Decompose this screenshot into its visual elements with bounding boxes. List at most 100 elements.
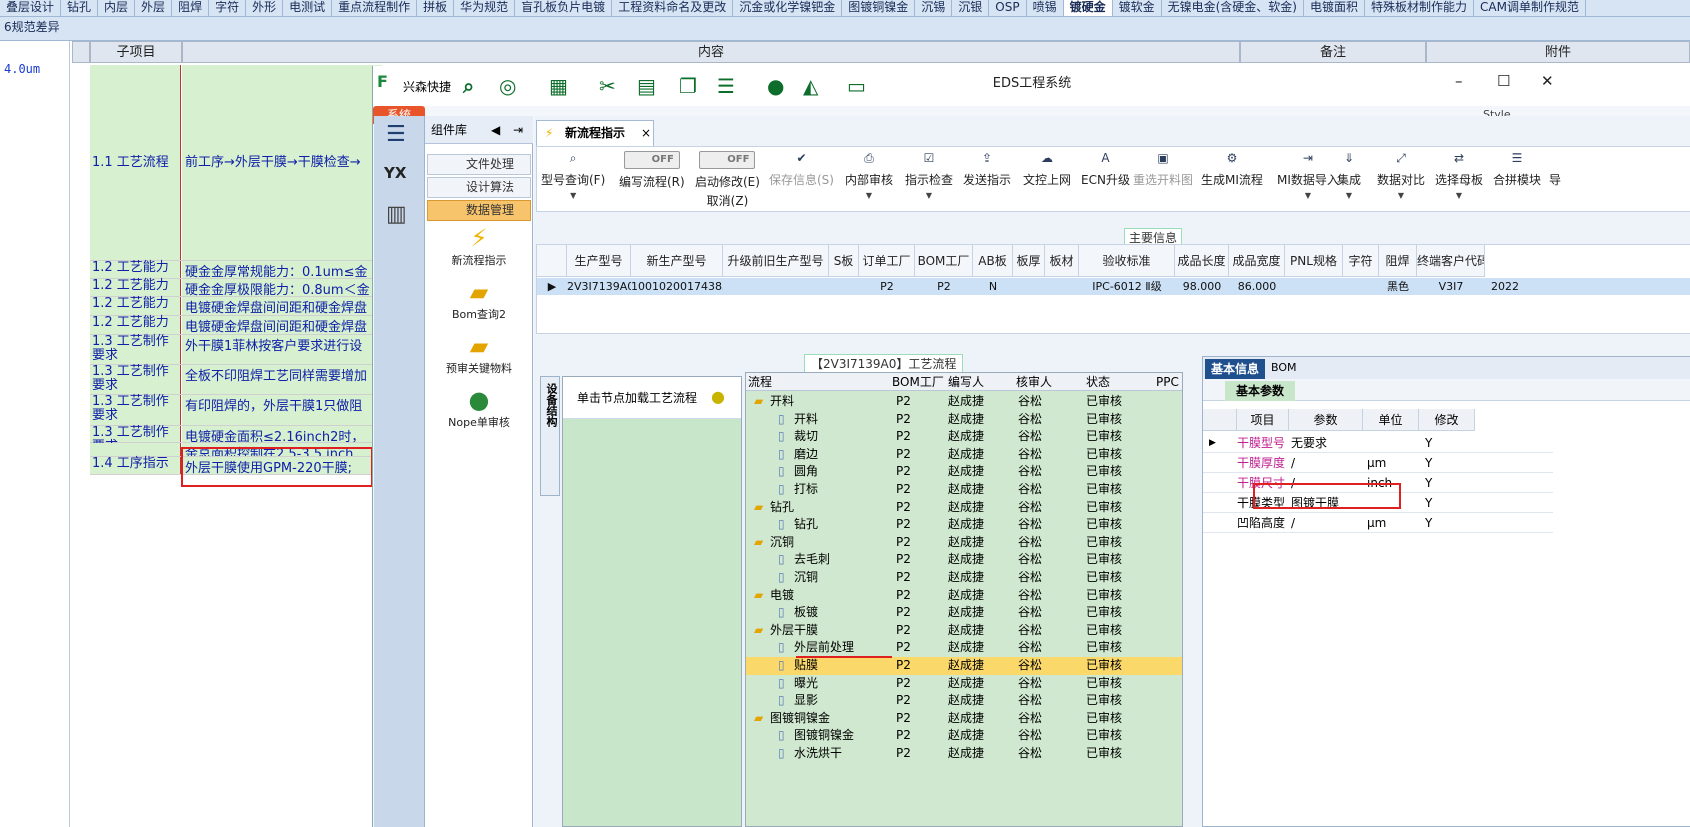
col-header-sub[interactable]: 子项目: [90, 41, 182, 63]
sheet-tab[interactable]: 电镀面积: [1304, 0, 1366, 16]
sheet-cell-item[interactable]: 1.1 工艺流程: [90, 65, 181, 260]
sheet-tab[interactable]: 外形: [246, 0, 284, 16]
sheet-cell-item[interactable]: 1.4 工序指示: [90, 456, 181, 474]
tree-row[interactable]: ▯ 水洗烘干 P2 赵成捷 谷松 已审核: [746, 745, 1182, 763]
toolbar-button[interactable]: ⌕ 型号查询(F) ▼: [541, 151, 605, 200]
tree-header-cell[interactable]: PPC: [1156, 373, 1179, 391]
sheet-tab[interactable]: 阻焊: [172, 0, 210, 16]
select-all-corner[interactable]: [72, 41, 90, 63]
tree-row[interactable]: ▯ 裁切 P2 赵成捷 谷松 已审核: [746, 428, 1182, 446]
tree-row[interactable]: ▯ 贴膜 P2 赵成捷 谷松 已审核: [746, 657, 1182, 675]
sheet-cell-content[interactable]: 前工序→外层干膜→干膜检查→: [182, 65, 382, 260]
sheet-cell-item[interactable]: 1.3 工艺制作要求: [90, 364, 181, 394]
sheet-cell-content[interactable]: 硬金金厚常规能力：0.1um≤金: [182, 261, 382, 278]
dropdown-arrow-icon[interactable]: ▼: [1277, 191, 1339, 200]
sheet-cell-content[interactable]: 全板不印阻焊工艺同样需要增加: [182, 365, 382, 394]
lib-item-nope-audit[interactable]: ● Nope单审核: [425, 386, 533, 430]
toolbar-button[interactable]: OFF 启动修改(E) 取消(Z): [695, 151, 760, 209]
sheet-tab[interactable]: 特殊板材制作能力: [1365, 0, 1475, 16]
grid-cell[interactable]: 黑色: [1379, 278, 1417, 295]
sheet-tab[interactable]: 无镍电金(含硬金、软金): [1162, 0, 1304, 16]
sheet-cell-content[interactable]: 有印阻焊的，外层干膜1只做阻: [182, 395, 382, 425]
toggle-switch[interactable]: OFF: [699, 151, 756, 169]
props-header[interactable]: 单位: [1363, 409, 1419, 431]
tree-node-name[interactable]: 显影: [794, 692, 818, 709]
sheet-cell-content[interactable]: 电镀硬金焊盘间间距和硬金焊盘: [182, 297, 382, 315]
sheet-cell-item[interactable]: 1.2 工艺能力: [90, 296, 181, 315]
sheet-cell-item[interactable]: 1.3 工艺制作要求: [90, 394, 181, 425]
tree-node-name[interactable]: 打标: [794, 481, 818, 498]
toolbar-button[interactable]: ⇥ MI数据导入 ▼: [1277, 151, 1339, 200]
tree-node-name[interactable]: 板镀: [794, 604, 818, 621]
sheet-tab[interactable]: 工程资料命名及更改: [612, 0, 734, 16]
sheet-cell-content[interactable]: 电镀硬金面积≤2.16inch2时，: [182, 426, 382, 442]
tree-node-name[interactable]: 开料: [770, 393, 794, 410]
tree-header-cell[interactable]: 核审人: [1016, 373, 1052, 391]
tab-basic-info[interactable]: 基本信息: [1205, 359, 1265, 379]
dropdown-arrow-icon[interactable]: ▼: [905, 191, 953, 200]
hamburger-menu-icon[interactable]: ☰: [386, 122, 406, 147]
sheet-tab[interactable]: 喷锡: [1027, 0, 1064, 16]
grid-header[interactable]: AB板: [973, 245, 1013, 277]
toolbar-button[interactable]: ☰ 合拼模块: [1493, 151, 1541, 188]
grid-cell[interactable]: [1013, 278, 1045, 295]
tree-row[interactable]: ▯ 磨边 P2 赵成捷 谷松 已审核: [746, 446, 1182, 464]
grid-header[interactable]: 阻焊: [1379, 245, 1417, 277]
grid-cell[interactable]: N: [973, 278, 1013, 295]
grid-header[interactable]: 字符: [1343, 245, 1379, 277]
grid-cell[interactable]: [723, 278, 829, 295]
sheet-tab[interactable]: 内层: [98, 0, 136, 16]
tree-node-name[interactable]: 圆角: [794, 463, 818, 480]
sheet-tab[interactable]: 外层: [135, 0, 173, 16]
tree-node-name[interactable]: 贴膜: [794, 657, 818, 674]
tree-row[interactable]: ▰ 开料 P2 赵成捷 谷松 已审核: [746, 393, 1182, 411]
lib-item-new-flow[interactable]: ⚡ 新流程指示: [425, 224, 533, 268]
tree-header-cell[interactable]: 编写人: [948, 373, 984, 391]
sheet-cell-content[interactable]: 电镀硬金焊盘间间距和硬金焊盘: [182, 316, 382, 334]
tree-node-name[interactable]: 图镀铜镍金: [770, 710, 830, 727]
lib-button-data[interactable]: 数据管理: [427, 200, 531, 221]
toolbar-button[interactable]: ⤢ 数据对比 ▼: [1377, 151, 1425, 200]
toggle-switch[interactable]: OFF: [623, 151, 680, 169]
grid-cell[interactable]: 2022: [1485, 278, 1525, 295]
props-row[interactable]: 干膜厚度 / μm Y: [1203, 453, 1553, 473]
lib-item-bom-query[interactable]: ▰ Bom查询2: [425, 278, 533, 322]
tab-bom[interactable]: BOM: [1271, 361, 1297, 374]
lib-button-algorithm[interactable]: 设计算法: [427, 177, 531, 198]
sheet-tab[interactable]: OSP: [989, 0, 1027, 16]
sheet-tab[interactable]: 叠层设计: [0, 0, 62, 16]
sheet-tab[interactable]: 镀硬金: [1063, 0, 1113, 16]
lib-button-file[interactable]: 文件处理: [427, 154, 531, 175]
tree-node-name[interactable]: 钻孔: [770, 499, 794, 516]
grid-cell[interactable]: [1343, 278, 1379, 295]
toolbar-button[interactable]: 导: [1549, 151, 1561, 188]
toolbar-button[interactable]: OFF 编写流程(R): [619, 151, 685, 190]
tree-row[interactable]: ▯ 沉铜 P2 赵成捷 谷松 已审核: [746, 569, 1182, 587]
grid-cell[interactable]: V3I7: [1417, 278, 1485, 295]
tree-row[interactable]: ▰ 钻孔 P2 赵成捷 谷松 已审核: [746, 499, 1182, 517]
grid-cell[interactable]: [1045, 278, 1079, 295]
grid-header[interactable]: 板材: [1045, 245, 1079, 277]
subtab-basic-params[interactable]: 基本参数: [1225, 381, 1295, 401]
sheet-cell-item[interactable]: 1.3 工艺制作要求: [90, 425, 181, 454]
grid-header[interactable]: 板厚: [1013, 245, 1045, 277]
tree-row[interactable]: ▰ 沉铜 P2 赵成捷 谷松 已审核: [746, 534, 1182, 552]
tree-header-cell[interactable]: 状态: [1086, 373, 1110, 391]
sheet-tab[interactable]: 华为规范: [454, 0, 516, 16]
tab-new-flow[interactable]: ⚡ 新流程指示 ×: [536, 120, 654, 146]
tree-row[interactable]: ▯ 图镀铜镍金 P2 赵成捷 谷松 已审核: [746, 727, 1182, 745]
sheet-tab[interactable]: 钻孔: [61, 0, 99, 16]
tree-row[interactable]: ▯ 圆角 P2 赵成捷 谷松 已审核: [746, 463, 1182, 481]
tree-node-name[interactable]: 水洗烘干: [794, 745, 842, 762]
grid-cell[interactable]: IPC-6012 Ⅱ级: [1079, 278, 1175, 295]
grid-cell[interactable]: P2: [915, 278, 973, 295]
node-tip[interactable]: 单击节点加载工艺流程 ●: [563, 377, 741, 419]
close-button[interactable]: ✕: [1541, 72, 1554, 90]
toolbar-button[interactable]: ⎙ 内部审核 ▼: [845, 151, 893, 200]
tree-node-name[interactable]: 钻孔: [794, 516, 818, 533]
grid-cell[interactable]: [829, 278, 859, 295]
sheet-cell-item[interactable]: 1.2 工艺能力: [90, 315, 181, 334]
col-header-note[interactable]: 备注: [1240, 41, 1426, 63]
dropdown-arrow-icon[interactable]: ▼: [1337, 191, 1361, 200]
toolbar-button[interactable]: ☁ 文控上网: [1023, 151, 1071, 188]
